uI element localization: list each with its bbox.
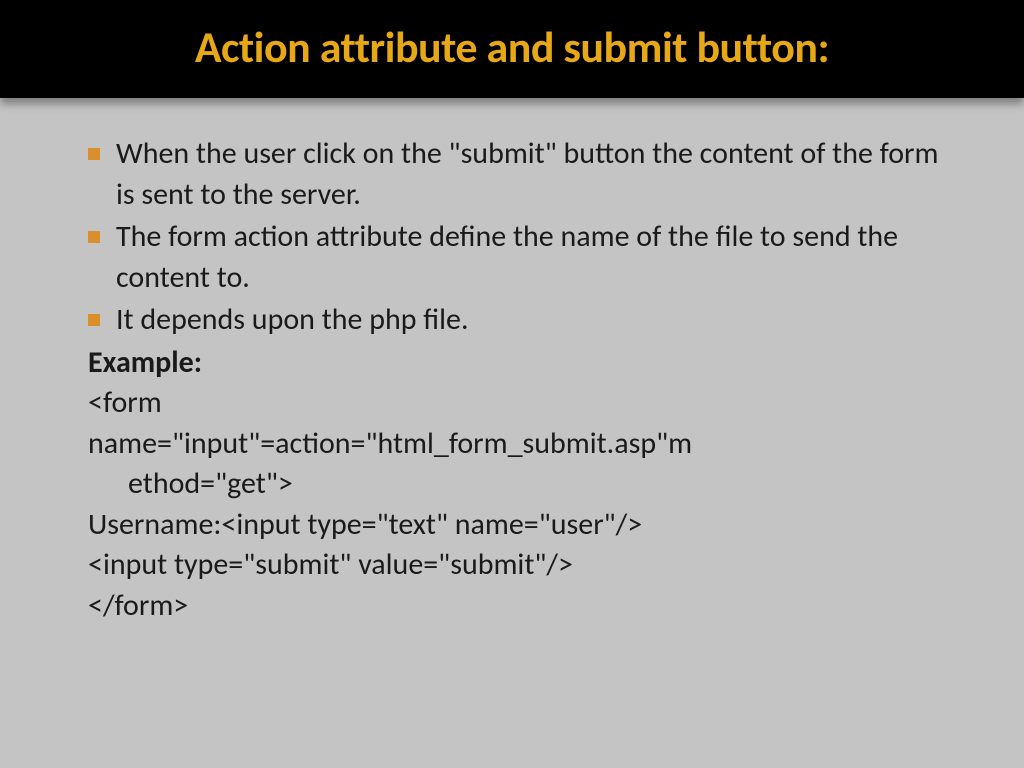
bullet-item: When the user click on the "submit" butt… <box>88 134 954 215</box>
bullet-item: The form action attribute define the nam… <box>88 217 954 298</box>
code-line: </form> <box>88 586 954 627</box>
code-line: name="input"=action="html_form_submit.as… <box>88 424 954 465</box>
code-line: <form <box>88 383 954 424</box>
example-label: Example: <box>88 343 954 384</box>
code-line: <input type="submit" value="submit"/> <box>88 545 954 586</box>
title-bar: Action attribute and submit button: <box>0 0 1024 98</box>
code-line: Username:<input type="text" name="user"/… <box>88 505 954 546</box>
code-line: ethod="get"> <box>88 464 954 505</box>
slide-content: When the user click on the "submit" butt… <box>0 98 1024 626</box>
bullet-item: It depends upon the php file. <box>88 300 954 341</box>
slide: Action attribute and submit button: When… <box>0 0 1024 768</box>
slide-title: Action attribute and submit button: <box>0 20 1024 74</box>
